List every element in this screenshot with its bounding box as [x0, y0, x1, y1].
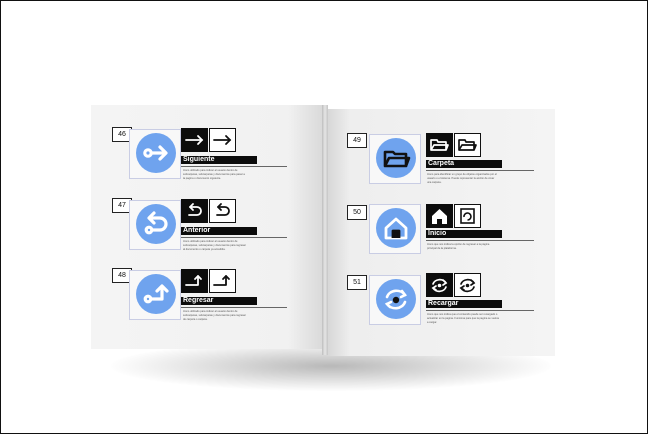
entry-title: Recargar [426, 300, 502, 308]
entry-title: Inicio [426, 230, 502, 238]
arrow-return-icon [136, 274, 176, 314]
divider [426, 170, 534, 171]
arrow-right-icon [136, 133, 176, 173]
icon-box [369, 204, 421, 254]
reload-icon [426, 273, 453, 297]
reload-icon [376, 279, 416, 319]
entry-title: Regresar [181, 297, 257, 305]
home-icon [426, 204, 453, 228]
icon-box [129, 200, 181, 250]
arrow-right-icon [181, 128, 208, 152]
divider [426, 240, 534, 241]
entry-description: Icono que nos indica que el contenido pu… [427, 313, 499, 324]
arrow-back-icon [136, 204, 176, 244]
book-spine [322, 105, 328, 355]
arrow-back-icon [181, 199, 208, 223]
icon-box [129, 129, 181, 179]
entry-title: Anterior [181, 227, 257, 235]
entry-number: 51 [347, 275, 367, 290]
divider [181, 166, 287, 167]
divider [181, 307, 287, 308]
entry-description: Icono para identificar un grupo de objet… [427, 173, 497, 184]
divider [181, 237, 287, 238]
icon-box [129, 270, 181, 320]
divider [426, 310, 534, 311]
reload-icon [454, 204, 481, 228]
folder-icon [376, 138, 416, 178]
arrow-right-icon [209, 128, 236, 152]
folder-icon [454, 133, 481, 157]
entry-description: Icono utilizado para indicar al usuario … [183, 240, 246, 251]
entry-title: Siguiente [181, 156, 257, 164]
arrow-return-icon [209, 269, 236, 293]
reload-icon [454, 273, 481, 297]
entry-description: Icono que nos indica la opción de regres… [427, 243, 490, 250]
home-icon [376, 208, 416, 248]
entry-number: 50 [347, 205, 367, 220]
entry-description: Icono utilizado para indicar al usuario … [183, 169, 245, 180]
arrow-back-icon [209, 199, 236, 223]
entry-description: Icono utilizado para indicar al usuario … [183, 310, 246, 321]
entry-number: 49 [347, 133, 367, 148]
photo-frame: 46 Siguiente Icono utilizado para indica… [0, 0, 648, 434]
entry-title: Carpeta [426, 160, 502, 168]
arrow-return-icon [181, 269, 208, 293]
icon-box [369, 275, 421, 325]
folder-icon [426, 133, 453, 157]
icon-box [369, 134, 421, 184]
